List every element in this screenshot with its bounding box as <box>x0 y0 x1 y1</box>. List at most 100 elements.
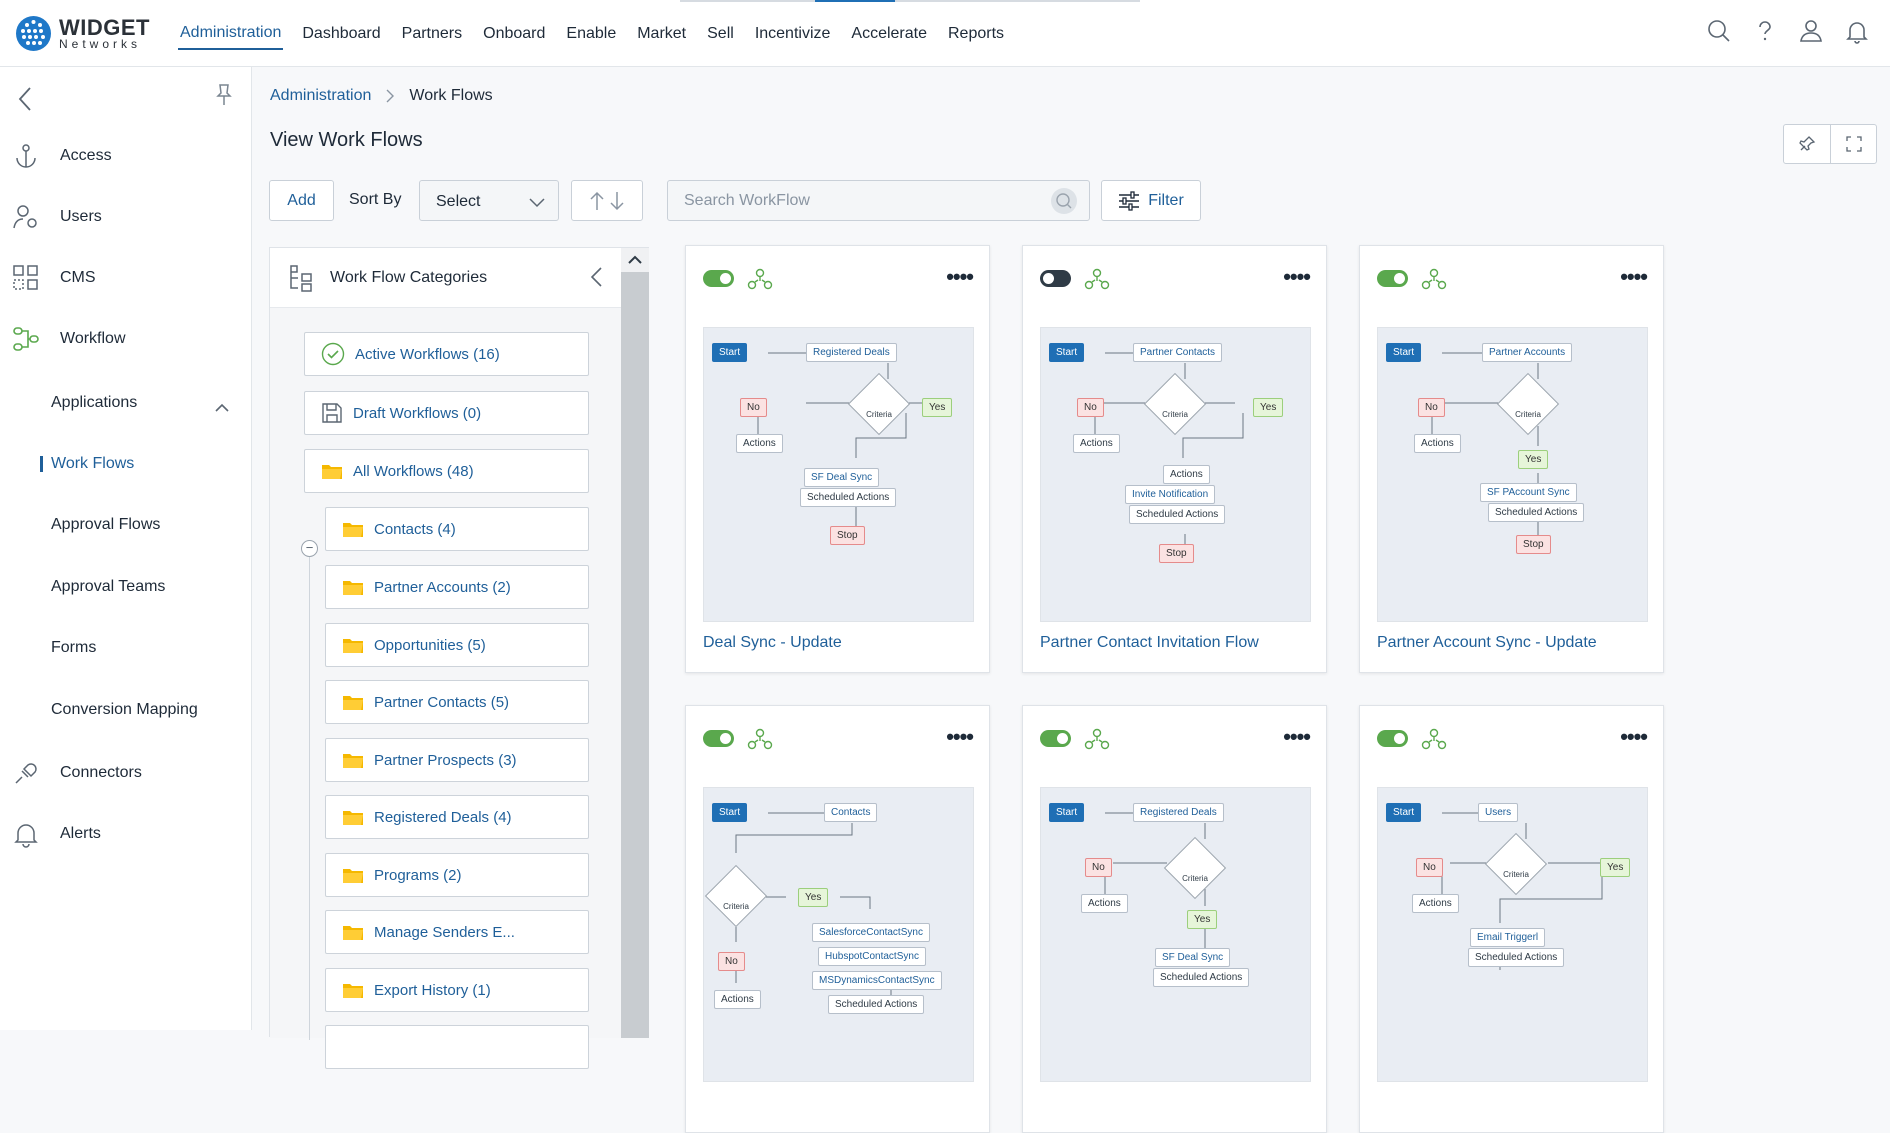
more-options-icon[interactable]: •••• <box>1283 264 1311 290</box>
chevron-down-icon <box>529 198 545 208</box>
workflow-card[interactable]: •••• Start Contacts Criteria Yes No Acti… <box>685 705 990 1133</box>
user-profile-icon[interactable] <box>1798 18 1824 44</box>
sidebar-item-cms[interactable]: CMS <box>12 264 96 292</box>
node-sync: SF PAccount Sync <box>1480 483 1577 502</box>
nav-market[interactable]: Market <box>635 19 688 49</box>
sidebar-sub-conversion-mapping[interactable]: Conversion Mapping <box>51 701 198 719</box>
folder-icon <box>343 754 363 768</box>
categories-scrollbar[interactable] <box>621 248 649 1038</box>
nav-enable[interactable]: Enable <box>564 19 618 49</box>
sidebar-item-connectors[interactable]: Connectors <box>12 759 142 787</box>
workflow-diagram: Start Partner Accounts Criteria No Yes A… <box>1377 327 1648 622</box>
sidebar-item-workflow[interactable]: Workflow <box>12 325 126 353</box>
workflow-name[interactable]: Deal Sync - Update <box>703 634 842 652</box>
sort-select[interactable]: Select <box>419 180 559 221</box>
breadcrumb-administration[interactable]: Administration <box>270 87 371 105</box>
chevron-up-icon[interactable] <box>214 400 230 416</box>
collapse-tree-button[interactable]: − <box>301 540 318 557</box>
search-icon[interactable] <box>1051 188 1077 214</box>
sidebar-sub-forms[interactable]: Forms <box>51 639 96 657</box>
category-programs[interactable]: Programs (2) <box>325 853 589 897</box>
category-next[interactable] <box>325 1025 589 1069</box>
fullscreen-button[interactable] <box>1830 125 1876 163</box>
node-sync-3: MSDynamicsContactSync <box>812 971 942 990</box>
workflow-card[interactable]: •••• Start Partner Contacts Criteria No … <box>1022 245 1327 673</box>
nav-partners[interactable]: Partners <box>400 19 464 49</box>
workflow-active-toggle[interactable] <box>1040 730 1071 747</box>
category-registered-deals[interactable]: Registered Deals (4) <box>325 795 589 839</box>
scroll-up-button[interactable] <box>621 248 649 272</box>
team-icon <box>747 268 773 290</box>
collapse-panel-icon[interactable] <box>589 266 603 288</box>
category-partner-prospects[interactable]: Partner Prospects (3) <box>325 738 589 782</box>
search-input[interactable] <box>667 180 1090 221</box>
category-export-history[interactable]: Export History (1) <box>325 968 589 1012</box>
sidebar-sub-approval-teams[interactable]: Approval Teams <box>51 578 165 596</box>
workflow-card[interactable]: •••• Start Registered Deals Criteria No … <box>1022 705 1327 1133</box>
node-start: Start <box>1049 343 1085 362</box>
collapse-sidebar-icon[interactable] <box>16 85 36 113</box>
sort-direction-button[interactable] <box>571 180 643 221</box>
filter-button[interactable]: Filter <box>1101 180 1201 221</box>
nav-incentivize[interactable]: Incentivize <box>753 19 833 49</box>
more-options-icon[interactable]: •••• <box>946 264 974 290</box>
nav-reports[interactable]: Reports <box>946 19 1006 49</box>
pin-icon[interactable] <box>214 83 234 107</box>
node-actions: Actions <box>1412 894 1459 913</box>
workflow-name[interactable]: Partner Account Sync - Update <box>1377 634 1597 652</box>
node-sync: SF Deal Sync <box>804 468 880 487</box>
sidebar-sub-approval-flows[interactable]: Approval Flows <box>51 516 160 534</box>
workflow-active-toggle[interactable] <box>1040 270 1071 287</box>
main-nav: Administration Dashboard Partners Onboar… <box>178 0 1006 67</box>
help-icon[interactable] <box>1752 18 1778 44</box>
category-opportunities[interactable]: Opportunities (5) <box>325 623 589 667</box>
workflow-active-toggle[interactable] <box>1377 270 1408 287</box>
node-scheduled: Scheduled Actions <box>1488 503 1585 522</box>
category-partner-accounts[interactable]: Partner Accounts (2) <box>325 565 589 609</box>
workflow-active-toggle[interactable] <box>1377 730 1408 747</box>
add-button[interactable]: Add <box>269 180 334 221</box>
sidebar-item-alerts[interactable]: Alerts <box>12 820 101 848</box>
workflow-name[interactable]: Partner Contact Invitation Flow <box>1040 634 1259 652</box>
category-all-workflows[interactable]: All Workflows (48) <box>304 449 589 493</box>
category-contacts[interactable]: Contacts (4) <box>325 507 589 551</box>
team-icon <box>1421 268 1447 290</box>
nav-administration[interactable]: Administration <box>178 18 284 50</box>
notifications-bell-icon[interactable] <box>1844 18 1870 44</box>
more-options-icon[interactable]: •••• <box>946 724 974 750</box>
folder-icon <box>343 811 363 825</box>
workflow-card[interactable]: •••• Start Users Criteria No Yes Actions… <box>1359 705 1664 1133</box>
search-icon[interactable] <box>1706 18 1732 44</box>
node-no: No <box>1077 398 1104 417</box>
category-partner-contacts[interactable]: Partner Contacts (5) <box>325 680 589 724</box>
sidebar-sub-work-flows[interactable]: Work Flows <box>39 455 134 473</box>
node-actions: Actions <box>1414 434 1461 453</box>
category-manage-senders[interactable]: Manage Senders E... <box>325 910 589 954</box>
toolbar: Add Sort By Select Filter <box>269 180 1269 221</box>
category-label: Opportunities (5) <box>374 636 486 654</box>
category-draft-workflows[interactable]: Draft Workflows (0) <box>304 391 589 435</box>
nav-accelerate[interactable]: Accelerate <box>849 19 929 49</box>
workflow-card[interactable]: •••• Start Registered Deals Criteria No … <box>685 245 990 673</box>
workflow-active-toggle[interactable] <box>703 730 734 747</box>
more-options-icon[interactable]: •••• <box>1620 264 1648 290</box>
sidebar-item-users[interactable]: Users <box>12 203 102 231</box>
node-actions: Actions <box>1073 434 1120 453</box>
more-options-icon[interactable]: •••• <box>1620 724 1648 750</box>
breadcrumb-current: Work Flows <box>409 87 493 104</box>
brand-logo[interactable]: WIDGET Networks <box>16 16 150 51</box>
pin-view-button[interactable] <box>1784 125 1830 163</box>
nav-dashboard[interactable]: Dashboard <box>300 19 382 49</box>
node-no: No <box>1085 858 1112 877</box>
workflow-active-toggle[interactable] <box>703 270 734 287</box>
sidebar-sub-applications[interactable]: Applications <box>51 394 137 412</box>
sidebar-item-access[interactable]: Access <box>12 142 112 170</box>
node-object: Partner Contacts <box>1133 343 1223 362</box>
node-stop: Stop <box>1516 535 1551 554</box>
nav-sell[interactable]: Sell <box>705 19 736 49</box>
more-options-icon[interactable]: •••• <box>1283 724 1311 750</box>
workflow-card[interactable]: •••• Start Partner Accounts Criteria No … <box>1359 245 1664 673</box>
bell-icon <box>14 824 38 848</box>
category-active-workflows[interactable]: Active Workflows (16) <box>304 332 589 376</box>
nav-onboard[interactable]: Onboard <box>481 19 547 49</box>
